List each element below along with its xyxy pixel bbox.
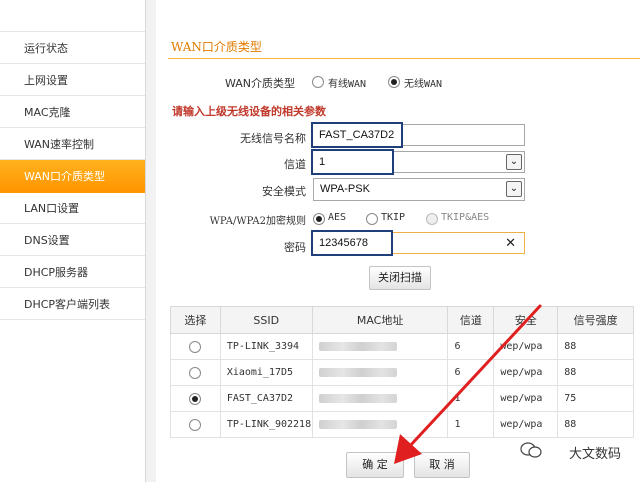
- wechat-icon: [520, 442, 542, 458]
- row-signal: 88: [557, 411, 634, 438]
- header-security: 安全: [493, 306, 559, 334]
- row-mac: [311, 411, 449, 438]
- cipher-tkip-aes-label: TKIP&AES: [441, 212, 490, 223]
- row-signal: 88: [557, 333, 634, 360]
- table-row[interactable]: TP-LINK_3394 6 wep/wpa 88: [170, 333, 634, 360]
- sidebar-item-internet[interactable]: 上网设置: [0, 65, 145, 96]
- row-select-radio[interactable]: [189, 418, 202, 431]
- row-security: wep/wpa: [493, 359, 559, 386]
- row-channel: 1: [447, 411, 495, 438]
- chevron-down-icon[interactable]: ⌄: [506, 154, 522, 170]
- password-input-extension[interactable]: ✕: [393, 232, 525, 254]
- ok-button[interactable]: 确 定: [346, 452, 404, 478]
- channel-select[interactable]: 1: [311, 149, 394, 175]
- row-select-cell[interactable]: [170, 385, 221, 412]
- mac-redacted: [318, 419, 397, 429]
- channel-label: 信道: [284, 158, 306, 171]
- password-input[interactable]: 12345678: [311, 230, 393, 256]
- row-channel: 1: [447, 385, 495, 412]
- row-select-radio[interactable]: [189, 340, 202, 353]
- sidebar-top: [0, 0, 145, 32]
- password-label: 密码: [284, 241, 306, 254]
- row-mac: [311, 359, 449, 386]
- cipher-tkip-aes-radio[interactable]: [426, 213, 438, 225]
- cipher-label: WPA/WPA2加密规则: [209, 216, 306, 227]
- sidebar-gutter: [146, 0, 156, 482]
- header-channel: 信道: [447, 306, 495, 334]
- sidebar-item-dhcp-server[interactable]: DHCP服务器: [0, 257, 145, 288]
- table-row[interactable]: TP-LINK_902218 1 wep/wpa 88: [170, 411, 634, 438]
- cipher-tkip-label: TKIP: [381, 212, 406, 223]
- wired-wan-label: 有线WAN: [328, 79, 367, 90]
- mac-redacted: [318, 393, 397, 403]
- row-mac: [311, 333, 449, 360]
- security-mode-value: WPA-PSK: [320, 183, 370, 195]
- header-ssid: SSID: [219, 306, 313, 334]
- clear-icon[interactable]: ✕: [505, 233, 516, 253]
- mac-redacted: [318, 341, 397, 351]
- hint-text: 请输入上级无线设备的相关参数: [172, 105, 326, 118]
- table-row[interactable]: FAST_CA37D2 1 wep/wpa 75: [170, 385, 634, 412]
- ssid-input[interactable]: FAST_CA37D2: [311, 122, 403, 148]
- cipher-tkip-radio[interactable]: [366, 213, 378, 225]
- wired-wan-radio[interactable]: [312, 76, 324, 88]
- channel-select-extension[interactable]: ⌄: [394, 151, 525, 173]
- wireless-wan-radio[interactable]: [388, 76, 400, 88]
- row-select-cell[interactable]: [170, 333, 221, 360]
- row-security: wep/wpa: [493, 333, 559, 360]
- ssid-input-extension[interactable]: [403, 124, 525, 146]
- row-signal: 75: [557, 385, 634, 412]
- row-select-radio[interactable]: [189, 392, 202, 405]
- row-channel: 6: [447, 333, 495, 360]
- security-mode-select[interactable]: WPA-PSK ⌄: [313, 178, 525, 201]
- table-header-row: 选择 SSID MAC地址 信道 安全 信号强度: [170, 306, 634, 334]
- mac-redacted: [318, 367, 397, 377]
- row-select-cell[interactable]: [170, 411, 221, 438]
- wireless-wan-label: 无线WAN: [404, 79, 443, 90]
- row-security: wep/wpa: [493, 385, 559, 412]
- ssid-label: 无线信号名称: [240, 132, 306, 145]
- security-mode-label: 安全模式: [262, 185, 306, 198]
- sidebar-item-status[interactable]: 运行状态: [0, 33, 145, 64]
- cipher-aes-radio[interactable]: [313, 213, 325, 225]
- cancel-button[interactable]: 取 消: [414, 452, 470, 478]
- row-ssid: TP-LINK_902218: [219, 411, 313, 438]
- wifi-scan-table: 选择 SSID MAC地址 信道 安全 信号强度 TP-LINK_3394 6 …: [170, 306, 634, 438]
- header-select: 选择: [170, 306, 221, 334]
- chevron-down-icon[interactable]: ⌄: [506, 181, 522, 197]
- row-channel: 6: [447, 359, 495, 386]
- header-mac: MAC地址: [311, 306, 449, 334]
- cipher-aes-label: AES: [328, 212, 347, 223]
- page-title: WAN口介质类型: [171, 40, 262, 54]
- row-select-radio[interactable]: [189, 366, 202, 379]
- header-signal: 信号强度: [557, 306, 634, 334]
- title-divider: [168, 58, 640, 59]
- sidebar-item-wan-rate[interactable]: WAN速率控制: [0, 129, 145, 160]
- row-signal: 88: [557, 359, 634, 386]
- row-ssid: Xiaomi_17D5: [219, 359, 313, 386]
- sidebar-item-lan[interactable]: LAN口设置: [0, 193, 145, 224]
- sidebar-item-wan-medium[interactable]: WAN口介质类型: [0, 160, 145, 193]
- wan-medium-label: WAN介质类型: [224, 77, 295, 90]
- row-security: wep/wpa: [493, 411, 559, 438]
- row-mac: [311, 385, 449, 412]
- table-row[interactable]: Xiaomi_17D5 6 wep/wpa 88: [170, 359, 634, 386]
- row-ssid: TP-LINK_3394: [219, 333, 313, 360]
- sidebar-item-dns[interactable]: DNS设置: [0, 225, 145, 256]
- row-ssid: FAST_CA37D2: [219, 385, 313, 412]
- sidebar-item-mac-clone[interactable]: MAC克隆: [0, 97, 145, 128]
- watermark-text: 大文数码: [568, 447, 621, 462]
- close-scan-button[interactable]: 关闭扫描: [369, 266, 431, 290]
- sidebar: 运行状态 上网设置 MAC克隆 WAN速率控制 WAN口介质类型 LAN口设置 …: [0, 0, 146, 482]
- sidebar-item-dhcp-clients[interactable]: DHCP客户端列表: [0, 289, 145, 320]
- row-select-cell[interactable]: [170, 359, 221, 386]
